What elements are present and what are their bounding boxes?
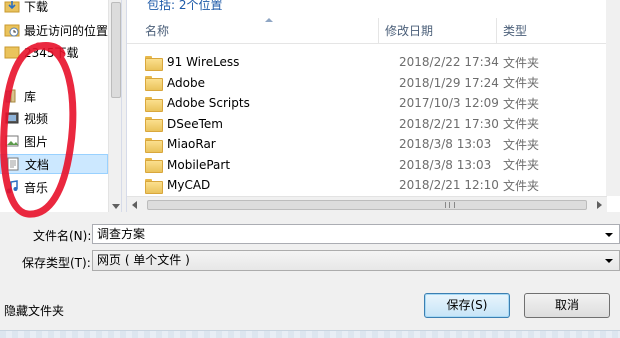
file-date: 2018/2/21 12:10 bbox=[399, 178, 499, 193]
folder-icon bbox=[145, 178, 163, 194]
nav-item-recent-places[interactable]: 最近访问的位置 bbox=[0, 20, 108, 40]
scroll-right-arrow-icon[interactable] bbox=[597, 201, 602, 209]
nav-label: 下载 bbox=[24, 0, 49, 14]
filename-label: 文件名(N): bbox=[33, 229, 92, 243]
video-library-icon bbox=[4, 110, 20, 126]
nav-item-videos[interactable]: 视频 bbox=[0, 108, 108, 128]
folder-icon bbox=[145, 96, 163, 112]
file-row[interactable]: MobilePart 2018/3/8 13:03 文件夹 bbox=[127, 155, 607, 176]
scroll-grip-icon bbox=[445, 202, 455, 208]
file-name: Adobe bbox=[167, 75, 205, 90]
nav-item-downloads[interactable]: 下载 bbox=[0, 0, 108, 16]
file-row[interactable]: Adobe Scripts 2017/10/3 12:09 文件夹 bbox=[127, 93, 607, 114]
nav-vertical-scrollbar[interactable] bbox=[108, 0, 121, 212]
cancel-button[interactable]: 取消 bbox=[524, 293, 610, 318]
nav-label: 文档 bbox=[25, 157, 50, 172]
file-name: DSeeTem bbox=[167, 116, 223, 131]
nav-scroll-thumb[interactable] bbox=[111, 2, 121, 98]
folder-icon bbox=[4, 44, 20, 60]
nav-item-pictures[interactable]: 图片 bbox=[0, 131, 108, 151]
nav-label: 库 bbox=[24, 89, 37, 104]
file-type: 文件夹 bbox=[503, 55, 540, 70]
file-row[interactable]: MiaoRar 2018/3/8 13:03 文件夹 bbox=[127, 134, 607, 155]
nav-label: 视频 bbox=[24, 111, 49, 126]
file-name: MyCAD bbox=[167, 178, 211, 193]
navigation-pane: 下载 最近访问的位置 2345下载 库 视频 图片 文档 音乐 bbox=[0, 0, 122, 212]
window-bottom-edge bbox=[0, 330, 620, 338]
file-type: 文件夹 bbox=[503, 96, 540, 111]
file-date: 2018/3/8 13:03 bbox=[399, 157, 492, 172]
filename-value: 调查方案 bbox=[97, 227, 146, 241]
file-list-vertical-scrollbar[interactable] bbox=[606, 0, 620, 196]
chevron-down-icon[interactable] bbox=[605, 233, 613, 237]
filetype-label: 保存类型(T): bbox=[22, 256, 91, 270]
column-header-name[interactable]: 名称 bbox=[127, 18, 379, 44]
filetype-value: 网页 ( 单个文件 ) bbox=[97, 253, 190, 267]
scroll-down-arrow-icon[interactable] bbox=[112, 204, 120, 209]
music-library-icon bbox=[4, 179, 20, 195]
includes-locations-link[interactable]: 包括: 2个位置 bbox=[147, 0, 223, 13]
filetype-select[interactable]: 网页 ( 单个文件 ) bbox=[92, 250, 620, 271]
nav-item-2345-downloads[interactable]: 2345下载 bbox=[0, 42, 108, 62]
download-folder-icon bbox=[4, 0, 20, 14]
folder-icon bbox=[145, 137, 163, 153]
hide-folders-toggle[interactable]: 隐藏文件夹 bbox=[4, 302, 64, 319]
file-row[interactable]: 91 WireLess 2018/2/22 17:34 文件夹 bbox=[127, 52, 607, 73]
chevron-down-icon[interactable] bbox=[605, 259, 613, 263]
file-list: 91 WireLess 2018/2/22 17:34 文件夹 Adobe 20… bbox=[127, 52, 607, 196]
save-button[interactable]: 保存(S) bbox=[424, 293, 510, 318]
file-list-pane: 包括: 2个位置 名称 修改日期 类型 91 WireLess 2018/2/2… bbox=[126, 0, 620, 212]
column-header-type[interactable]: 类型 bbox=[497, 18, 607, 44]
documents-library-icon bbox=[5, 156, 21, 172]
folder-icon bbox=[145, 158, 163, 174]
file-list-horizontal-scrollbar[interactable] bbox=[127, 196, 607, 212]
file-date: 2018/2/22 17:34 bbox=[399, 55, 499, 70]
file-type: 文件夹 bbox=[503, 178, 540, 193]
nav-label: 2345下载 bbox=[24, 45, 79, 60]
file-date: 2018/1/29 17:24 bbox=[399, 75, 499, 90]
filename-input[interactable]: 调查方案 bbox=[92, 224, 620, 244]
file-name: 91 WireLess bbox=[167, 55, 240, 70]
file-type: 文件夹 bbox=[503, 158, 540, 173]
file-row[interactable]: DSeeTem 2018/2/21 17:30 文件夹 bbox=[127, 114, 607, 135]
recent-places-icon bbox=[4, 22, 20, 38]
nav-label: 最近访问的位置 bbox=[24, 23, 109, 38]
scroll-left-arrow-icon[interactable] bbox=[132, 201, 137, 209]
pictures-library-icon bbox=[4, 133, 20, 149]
file-type: 文件夹 bbox=[503, 117, 540, 132]
nav-item-libraries[interactable]: 库 bbox=[0, 86, 108, 106]
column-header-date[interactable]: 修改日期 bbox=[379, 18, 497, 44]
column-header-row: 名称 修改日期 类型 bbox=[127, 18, 607, 44]
file-date: 2018/2/21 17:30 bbox=[399, 116, 499, 131]
file-name: MobilePart bbox=[167, 157, 231, 172]
file-type: 文件夹 bbox=[503, 137, 540, 152]
nav-label: 音乐 bbox=[24, 180, 49, 195]
file-name: MiaoRar bbox=[167, 137, 216, 152]
file-type: 文件夹 bbox=[503, 76, 540, 91]
folder-icon bbox=[145, 76, 163, 92]
folder-icon bbox=[145, 55, 163, 71]
file-row[interactable]: MyCAD 2018/2/21 12:10 文件夹 bbox=[127, 175, 607, 196]
nav-item-music[interactable]: 音乐 bbox=[0, 177, 108, 197]
libraries-icon bbox=[4, 88, 20, 104]
nav-label: 图片 bbox=[24, 134, 49, 149]
file-date: 2018/3/8 13:03 bbox=[399, 137, 492, 152]
horizontal-scroll-thumb[interactable] bbox=[147, 200, 587, 210]
file-name: Adobe Scripts bbox=[167, 96, 250, 111]
file-row[interactable]: Adobe 2018/1/29 17:24 文件夹 bbox=[127, 73, 607, 94]
nav-item-documents[interactable]: 文档 bbox=[0, 154, 108, 174]
file-date: 2017/10/3 12:09 bbox=[399, 96, 499, 111]
folder-icon bbox=[145, 117, 163, 133]
